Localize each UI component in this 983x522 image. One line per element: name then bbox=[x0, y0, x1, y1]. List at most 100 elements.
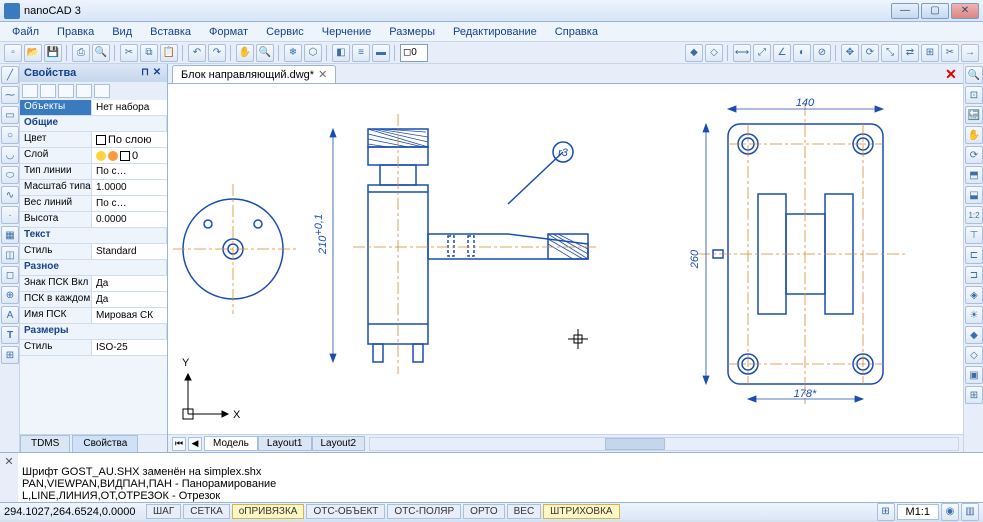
status-grid[interactable]: СЕТКА bbox=[183, 504, 230, 519]
document-tab[interactable]: Блок направляющий.dwg* ✕ bbox=[172, 65, 336, 83]
open-icon[interactable]: 📂 bbox=[24, 44, 42, 62]
view-side-icon[interactable]: ⊐ bbox=[965, 266, 983, 284]
tool-b-icon[interactable]: ◇ bbox=[705, 44, 723, 62]
prop-layer[interactable]: Слой0 bbox=[20, 148, 167, 164]
view-top-icon[interactable]: ⊤ bbox=[965, 226, 983, 244]
print-icon[interactable]: ⎙ bbox=[72, 44, 90, 62]
ltype-icon[interactable]: ≡ bbox=[352, 44, 370, 62]
menu-dims[interactable]: Размеры bbox=[383, 24, 441, 40]
right-tool-c-icon[interactable]: ▣ bbox=[965, 366, 983, 384]
render-icon[interactable]: ☀ bbox=[965, 306, 983, 324]
tab-tdms[interactable]: TDMS bbox=[20, 435, 70, 452]
prop-dimstyle[interactable]: СтильISO-25 bbox=[20, 340, 167, 356]
menu-format[interactable]: Формат bbox=[203, 24, 254, 40]
view-2-icon[interactable]: ⬓ bbox=[965, 186, 983, 204]
scale-12-icon[interactable]: 1:2 bbox=[965, 206, 983, 224]
hatch-icon[interactable]: ▦ bbox=[1, 226, 19, 244]
selection-row[interactable]: Объекты Нет набора bbox=[20, 100, 167, 116]
panel-close-icon[interactable]: ✕ bbox=[151, 67, 163, 79]
trim-icon[interactable]: ✂ bbox=[941, 44, 959, 62]
dim-diameter-icon[interactable]: ⊘ bbox=[813, 44, 831, 62]
arc-icon[interactable]: ◡ bbox=[1, 146, 19, 164]
props-btn-2[interactable] bbox=[40, 84, 56, 98]
view-1-icon[interactable]: ⬒ bbox=[965, 166, 983, 184]
status-otrack-obj[interactable]: ОТС-ОБЪЕКТ bbox=[306, 504, 385, 519]
undo-icon[interactable]: ↶ bbox=[188, 44, 206, 62]
menu-insert[interactable]: Вставка bbox=[144, 24, 197, 40]
layout-tab-2[interactable]: Layout2 bbox=[312, 436, 366, 451]
status-otrack-polar[interactable]: ОТС-ПОЛЯР bbox=[387, 504, 461, 519]
drawing-canvas[interactable]: 210+0,1 r3 bbox=[168, 84, 963, 434]
tab-close-icon[interactable]: ✕ bbox=[318, 68, 327, 81]
view-front-icon[interactable]: ⊏ bbox=[965, 246, 983, 264]
scroll-thumb[interactable] bbox=[605, 438, 665, 450]
status-ortho[interactable]: ОРТО bbox=[463, 504, 504, 519]
point-icon[interactable]: · bbox=[1, 206, 19, 224]
color-icon[interactable]: ◧ bbox=[332, 44, 350, 62]
props-btn-1[interactable] bbox=[22, 84, 38, 98]
extend-icon[interactable]: → bbox=[961, 44, 979, 62]
layer-state-icon[interactable]: ⬡ bbox=[304, 44, 322, 62]
layout-tab-1[interactable]: Layout1 bbox=[258, 436, 312, 451]
redo-icon[interactable]: ↷ bbox=[208, 44, 226, 62]
props-btn-5[interactable] bbox=[94, 84, 110, 98]
copy-icon[interactable]: ⧉ bbox=[140, 44, 158, 62]
scale-icon[interactable]: ⤡ bbox=[881, 44, 899, 62]
minimize-button[interactable]: — bbox=[891, 3, 919, 19]
zoom-prev-icon[interactable]: 🔙 bbox=[965, 106, 983, 124]
regen-icon[interactable]: ⟳ bbox=[965, 146, 983, 164]
insert-icon[interactable]: ⊕ bbox=[1, 286, 19, 304]
ellipse-icon[interactable]: ⬭ bbox=[1, 166, 19, 184]
paste-icon[interactable]: 📋 bbox=[160, 44, 178, 62]
line-icon[interactable]: ╱ bbox=[1, 66, 19, 84]
dim-angular-icon[interactable]: ∠ bbox=[773, 44, 791, 62]
prop-color[interactable]: ЦветПо слою bbox=[20, 132, 167, 148]
group-misc[interactable]: Разное bbox=[20, 260, 167, 276]
pin-icon[interactable]: ⊓ bbox=[139, 67, 151, 79]
polyline-icon[interactable]: ⁓ bbox=[1, 86, 19, 104]
move-icon[interactable]: ✥ bbox=[841, 44, 859, 62]
pan-icon[interactable]: ✋ bbox=[236, 44, 254, 62]
spline-icon[interactable]: ∿ bbox=[1, 186, 19, 204]
scrollbar-horizontal[interactable] bbox=[369, 437, 959, 451]
right-tool-a-icon[interactable]: ◆ bbox=[965, 326, 983, 344]
prop-height[interactable]: Высота0.0000 bbox=[20, 212, 167, 228]
status-lweight[interactable]: ВЕС bbox=[507, 504, 542, 519]
status-icon-1[interactable]: ⊞ bbox=[877, 503, 895, 521]
props-btn-4[interactable] bbox=[76, 84, 92, 98]
maximize-button[interactable]: ▢ bbox=[921, 3, 949, 19]
zoom-icon[interactable]: 🔍 bbox=[256, 44, 274, 62]
group-general[interactable]: Общие bbox=[20, 116, 167, 132]
command-close-icon[interactable]: ✕ bbox=[0, 453, 18, 502]
region-icon[interactable]: ◫ bbox=[1, 246, 19, 264]
status-icon-3[interactable]: ▥ bbox=[961, 503, 979, 521]
pan-tool-icon[interactable]: ✋ bbox=[965, 126, 983, 144]
menu-edit[interactable]: Правка bbox=[51, 24, 100, 40]
prop-ucsname[interactable]: Имя ПСКМировая СК bbox=[20, 308, 167, 324]
status-snap[interactable]: ШАГ bbox=[146, 504, 181, 519]
layout-nav-prev[interactable]: ◀ bbox=[188, 437, 202, 451]
view-iso-icon[interactable]: ◈ bbox=[965, 286, 983, 304]
zoom-extents-icon[interactable]: ⊡ bbox=[965, 86, 983, 104]
prop-ltscale[interactable]: Масштаб типа …1.0000 bbox=[20, 180, 167, 196]
prop-linetype[interactable]: Тип линииПо с… bbox=[20, 164, 167, 180]
tool-a-icon[interactable]: ◆ bbox=[685, 44, 703, 62]
group-dims[interactable]: Размеры bbox=[20, 324, 167, 340]
block-icon[interactable]: ◻ bbox=[1, 266, 19, 284]
layer-combo[interactable]: ◻0 bbox=[400, 44, 428, 62]
command-text[interactable]: Шрифт GOST_AU.SHX заменён на simplex.shx… bbox=[18, 453, 983, 502]
mtext-icon[interactable]: T bbox=[1, 326, 19, 344]
group-text[interactable]: Текст bbox=[20, 228, 167, 244]
mirror-icon[interactable]: ⇄ bbox=[901, 44, 919, 62]
circle-icon[interactable]: ○ bbox=[1, 126, 19, 144]
dim-linear-icon[interactable]: ⟷ bbox=[733, 44, 751, 62]
prop-ucsicon[interactable]: Знак ПСК ВклДа bbox=[20, 276, 167, 292]
lweight-icon[interactable]: ▬ bbox=[372, 44, 390, 62]
status-hatch[interactable]: ШТРИХОВКА bbox=[543, 504, 619, 519]
zoom-window-icon[interactable]: 🔍 bbox=[965, 66, 983, 84]
menu-draw[interactable]: Черчение bbox=[316, 24, 378, 40]
layout-tab-model[interactable]: Модель bbox=[204, 436, 258, 451]
right-tool-d-icon[interactable]: ⊞ bbox=[965, 386, 983, 404]
menu-file[interactable]: Файл bbox=[6, 24, 45, 40]
props-btn-3[interactable] bbox=[58, 84, 74, 98]
